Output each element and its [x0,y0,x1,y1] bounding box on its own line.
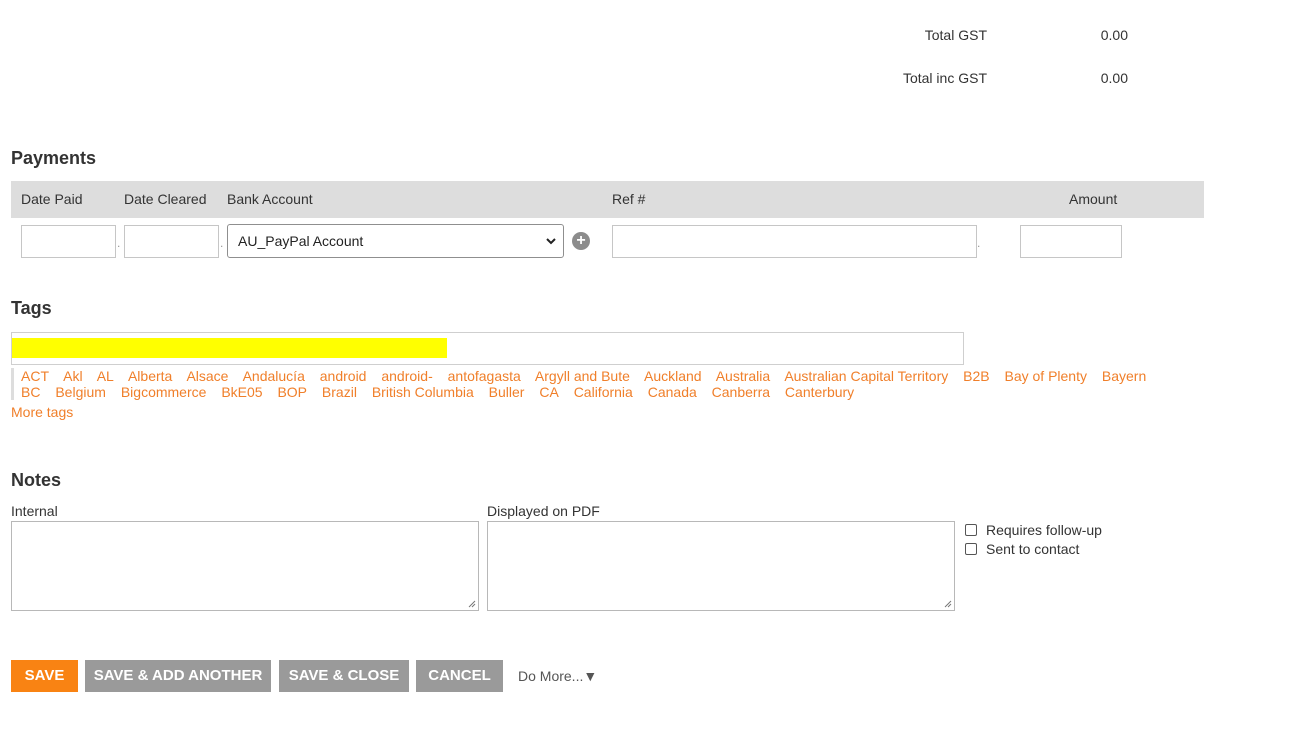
col-ref: Ref # [612,191,646,207]
tag-link[interactable]: android [320,368,367,384]
sent-to-contact-label[interactable]: Sent to contact [986,541,1079,557]
separator-dot: . [220,236,224,250]
add-bank-account-icon[interactable]: + [572,232,590,250]
tag-link[interactable]: British Columbia [372,384,474,400]
date-cleared-input[interactable] [124,225,219,258]
payments-table-header: Date Paid Date Cleared Bank Account Ref … [11,181,1204,218]
save-add-another-button[interactable]: SAVE & ADD ANOTHER [85,660,271,692]
tag-suggestions: ACT Akl AL Alberta Alsace Andalucía andr… [11,368,1191,400]
tag-link[interactable]: Australia [716,368,770,384]
date-paid-input[interactable] [21,225,116,258]
tag-link[interactable]: BC [21,384,40,400]
separator-dot: . [117,236,121,250]
tag-link[interactable]: Alsace [186,368,228,384]
more-tags-link[interactable]: More tags [11,404,73,420]
tag-link[interactable]: Australian Capital Territory [784,368,948,384]
chevron-down-icon [546,238,556,245]
sent-to-contact-checkbox[interactable] [965,543,977,555]
separator-dot: . [977,236,981,250]
col-date-cleared: Date Cleared [124,191,207,207]
do-more-menu[interactable]: Do More...▼ [518,668,597,684]
bank-account-select[interactable]: AU_PayPal Account [227,224,564,258]
pdf-notes-textarea[interactable] [487,521,955,611]
tag-link[interactable]: Andalucía [243,368,305,384]
col-amount: Amount [1069,191,1118,207]
tag-link[interactable]: antofagasta [448,368,521,384]
tag-link[interactable]: California [574,384,633,400]
pdf-notes-label: Displayed on PDF [487,503,600,519]
tag-link[interactable]: Bigcommerce [121,384,207,400]
tag-link[interactable]: Belgium [55,384,106,400]
tag-link[interactable]: ACT [21,368,49,384]
tag-link[interactable]: Bay of Plenty [1004,368,1087,384]
notes-heading: Notes [11,470,62,490]
requires-followup-checkbox[interactable] [965,524,977,536]
tag-link[interactable]: CA [539,384,558,400]
tag-link[interactable]: Alberta [128,368,172,384]
resize-grip-icon[interactable] [942,598,952,608]
tags-input-highlight [12,338,447,358]
tag-link[interactable]: Canada [648,384,697,400]
internal-notes-label: Internal [11,503,58,519]
save-button[interactable]: SAVE [11,660,78,692]
amount-input[interactable] [1020,225,1122,258]
tag-link[interactable]: Canberra [712,384,770,400]
tag-link[interactable]: Auckland [644,368,702,384]
col-date-paid: Date Paid [21,191,83,207]
tag-link[interactable]: AL [97,368,114,384]
resize-grip-icon[interactable] [466,598,476,608]
tag-link[interactable]: android- [381,368,432,384]
tag-link[interactable]: BkE05 [221,384,262,400]
tag-link[interactable]: Canterbury [785,384,854,400]
requires-followup-label[interactable]: Requires follow-up [986,522,1102,538]
tag-link[interactable]: Argyll and Bute [535,368,630,384]
tag-link[interactable]: BOP [277,384,307,400]
tag-link[interactable]: Akl [63,368,82,384]
col-bank-account: Bank Account [227,191,313,207]
payments-heading: Payments [11,148,97,168]
bank-account-selected-value: AU_PayPal Account [238,233,364,249]
tag-link[interactable]: Buller [489,384,525,400]
cancel-button[interactable]: CANCEL [416,660,503,692]
ref-input[interactable] [612,225,977,258]
tag-link[interactable]: B2B [963,368,989,384]
tags-heading: Tags [11,298,52,318]
total-inc-gst-label: Total inc GST [902,70,987,86]
total-gst-value: 0.00 [1100,27,1128,43]
total-gst-label: Total GST [924,27,987,43]
internal-notes-textarea[interactable] [11,521,479,611]
tag-link[interactable]: Brazil [322,384,357,400]
tags-input[interactable] [11,332,964,365]
tag-link[interactable]: Bayern [1102,368,1146,384]
save-close-button[interactable]: SAVE & CLOSE [279,660,409,692]
total-inc-gst-value: 0.00 [1100,70,1128,86]
